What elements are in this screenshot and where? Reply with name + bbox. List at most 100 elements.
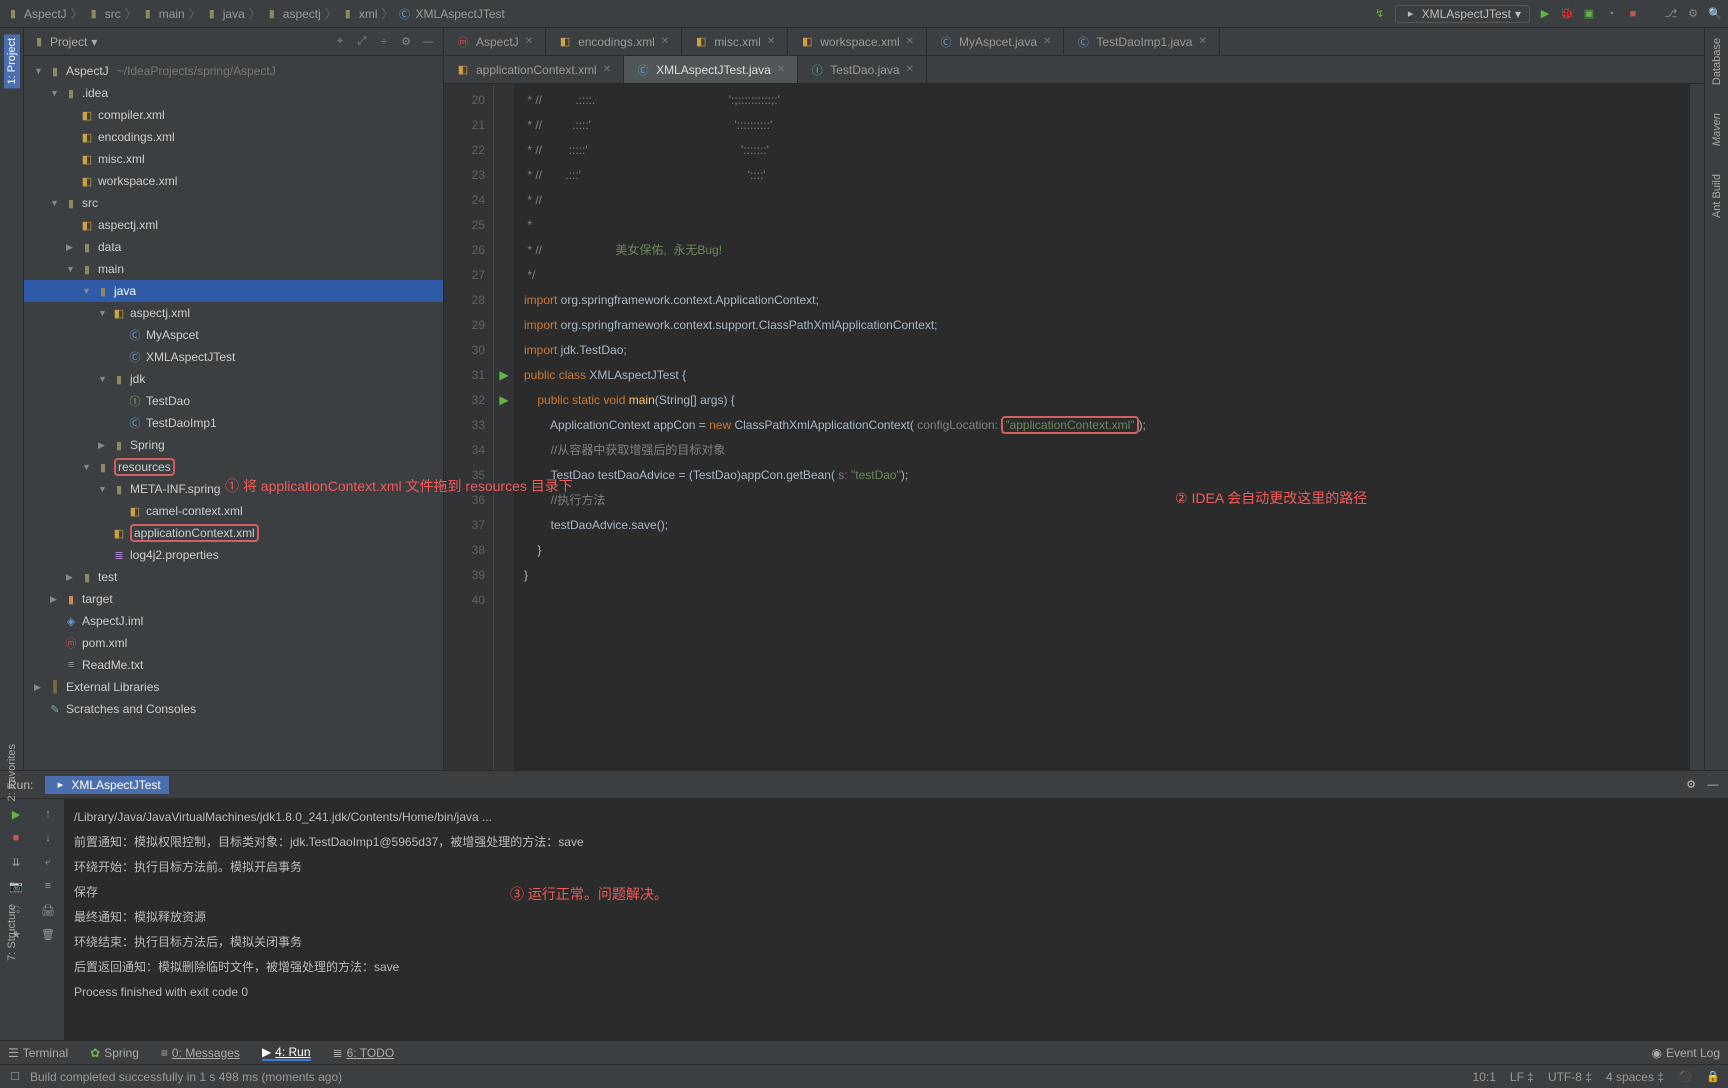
gear-icon[interactable]: ⚙ <box>399 35 413 49</box>
tree-item[interactable]: ⓜpom.xml <box>24 632 443 654</box>
tree-item[interactable]: ▼▮main <box>24 258 443 280</box>
select-opened-icon[interactable]: ⌖ <box>333 35 347 49</box>
editor-tab[interactable]: ◧misc.xml✕ <box>682 28 788 55</box>
close-icon[interactable]: ✕ <box>661 36 669 47</box>
todo-button[interactable]: ≣6: TODO <box>333 1045 395 1061</box>
down-button[interactable]: ↓ <box>41 831 55 845</box>
close-icon[interactable]: ✕ <box>1043 36 1051 47</box>
breadcrumb-item[interactable]: ⒸXMLAspectJTest <box>398 7 505 21</box>
tree-item[interactable]: ▼▮java <box>24 280 443 302</box>
tree-item[interactable]: ◧workspace.xml <box>24 170 443 192</box>
tree-item[interactable]: ◧compiler.xml <box>24 104 443 126</box>
tree-item[interactable]: ▼▮.idea <box>24 82 443 104</box>
debug-button[interactable]: 🐞 <box>1560 7 1574 21</box>
close-icon[interactable]: ✕ <box>1198 36 1206 47</box>
rerun-button[interactable]: ▶ <box>9 807 23 821</box>
tree-item[interactable]: ▼▮jdk <box>24 368 443 390</box>
close-icon[interactable]: ✕ <box>777 64 785 75</box>
run-config-select[interactable]: ▸ XMLAspectJTest ▾ <box>1395 5 1530 23</box>
database-tool-button[interactable]: Database <box>1709 34 1725 89</box>
editor-tab[interactable]: ⒾTestDao.java✕ <box>798 56 927 83</box>
find-icon[interactable]: 🔍 <box>1708 7 1722 21</box>
up-button[interactable]: ↑ <box>41 807 55 821</box>
tree-item[interactable]: ◈AspectJ.iml <box>24 610 443 632</box>
tree-item[interactable]: ≡ReadMe.txt <box>24 654 443 676</box>
close-icon[interactable]: ✕ <box>906 64 914 75</box>
tree-item[interactable]: ◧misc.xml <box>24 148 443 170</box>
editor-tab[interactable]: ◧workspace.xml✕ <box>788 28 927 55</box>
favorites-tool-button[interactable]: 2: Favorites <box>4 740 20 805</box>
tree-item[interactable]: ≣log4j2.properties <box>24 544 443 566</box>
print-button[interactable]: 🖨 <box>41 903 55 917</box>
tree-item[interactable]: ▶▮target <box>24 588 443 610</box>
eventlog-button[interactable]: ◉Event Log <box>1651 1046 1720 1060</box>
editor-tab[interactable]: ⒸXMLAspectJTest.java✕ <box>624 56 798 83</box>
tree-item[interactable]: ◧aspectj.xml <box>24 214 443 236</box>
messages-button[interactable]: ≡0: Messages <box>161 1045 240 1061</box>
breadcrumb-item[interactable]: ▮src <box>87 7 121 21</box>
tree-item[interactable]: ⒸMyAspcet <box>24 324 443 346</box>
tree-item[interactable]: ◧encodings.xml <box>24 126 443 148</box>
tree-item[interactable]: ▼▮src <box>24 192 443 214</box>
run-output[interactable]: /Library/Java/JavaVirtualMachines/jdk1.8… <box>64 799 1728 1040</box>
tree-item[interactable]: ⒾTestDao <box>24 390 443 412</box>
close-icon[interactable]: ✕ <box>767 36 775 47</box>
tree-item[interactable]: ▼▮META-INF.spring <box>24 478 443 500</box>
panel-title[interactable]: ▮ Project ▾ <box>32 35 97 49</box>
coverage-button[interactable]: ▣ <box>1582 7 1596 21</box>
maven-tool-button[interactable]: Maven <box>1709 109 1725 150</box>
vcs-button[interactable]: ⎇ <box>1664 7 1678 21</box>
gear-icon[interactable]: ⚙ <box>1684 778 1698 792</box>
tree-item[interactable]: ▶▮test <box>24 566 443 588</box>
code[interactable]: * // .::::. ':;::::::::::;:' * // .::::'… <box>514 84 1690 770</box>
ant-tool-button[interactable]: Ant Build <box>1709 170 1725 222</box>
terminal-button[interactable]: ☰Terminal <box>8 1045 68 1061</box>
close-icon[interactable]: ✕ <box>603 64 611 75</box>
wrap-button[interactable]: ⤶ <box>41 855 55 869</box>
tree-item[interactable]: ⒸTestDaoImp1 <box>24 412 443 434</box>
stop-button[interactable]: ■ <box>9 831 23 845</box>
breadcrumb-item[interactable]: ▮main <box>141 7 185 21</box>
encoding[interactable]: UTF-8 ‡ <box>1548 1070 1592 1084</box>
close-icon[interactable]: ✕ <box>525 36 533 47</box>
scroll-button[interactable]: ≡ <box>41 879 55 893</box>
editor-tab[interactable]: ◧encodings.xml✕ <box>546 28 682 55</box>
tree-item[interactable]: ▼▮resources <box>24 456 443 478</box>
breadcrumb-item[interactable]: ▮xml <box>341 7 378 21</box>
tree-item[interactable]: ▶▮data <box>24 236 443 258</box>
breadcrumb-item[interactable]: ▮aspectj <box>265 7 321 21</box>
indent[interactable]: 4 spaces ‡ <box>1606 1070 1664 1084</box>
trash-button[interactable]: 🗑 <box>41 927 55 941</box>
tree-item[interactable]: ⒸXMLAspectJTest <box>24 346 443 368</box>
tree-item[interactable]: ◧camel-context.xml <box>24 500 443 522</box>
project-tool-button[interactable]: 1: Project <box>4 34 20 88</box>
project-tree[interactable]: ▼▮AspectJ~/IdeaProjects/spring/AspectJ▼▮… <box>24 56 443 770</box>
hammer-icon[interactable]: ↯ <box>1373 7 1387 21</box>
run-button[interactable]: ▶ <box>1538 7 1552 21</box>
close-icon[interactable]: ✕ <box>906 36 914 47</box>
search-icon[interactable]: ⚙ <box>1686 7 1700 21</box>
scrollbar[interactable] <box>1690 84 1704 770</box>
tree-item[interactable]: ▶║External Libraries <box>24 676 443 698</box>
editor-tab[interactable]: ⒸMyAspcet.java✕ <box>927 28 1064 55</box>
editor-tab[interactable]: ⒸTestDaoImp1.java✕ <box>1064 28 1219 55</box>
hide-icon[interactable]: — <box>421 35 435 49</box>
stop-button[interactable]: ■ <box>1626 7 1640 21</box>
layout-button[interactable]: ⇊ <box>9 855 23 869</box>
breadcrumb-item[interactable]: ▮AspectJ <box>6 7 67 21</box>
spring-button[interactable]: ✿Spring <box>90 1045 139 1061</box>
inspection-icon[interactable]: ⚫ <box>1678 1070 1692 1084</box>
status-icon[interactable]: ☐ <box>8 1070 22 1084</box>
hide-icon[interactable]: — <box>1706 778 1720 792</box>
tree-item[interactable]: ▼▮AspectJ~/IdeaProjects/spring/AspectJ <box>24 60 443 82</box>
breadcrumb-item[interactable]: ▮java <box>205 7 245 21</box>
tree-item[interactable]: ▶▮Spring <box>24 434 443 456</box>
pin-button[interactable]: 📷 <box>9 879 23 893</box>
run-tab[interactable]: ▸ XMLAspectJTest <box>45 776 168 794</box>
editor-tab[interactable]: ⓜAspectJ✕ <box>444 28 546 55</box>
structure-tool-button[interactable]: 7: Structure <box>4 900 20 965</box>
editor-tab[interactable]: ◧applicationContext.xml✕ <box>444 56 624 83</box>
line-sep[interactable]: LF ‡ <box>1510 1070 1534 1084</box>
profile-button[interactable]: ◔ <box>1604 7 1618 21</box>
tree-item[interactable]: ◧applicationContext.xml <box>24 522 443 544</box>
